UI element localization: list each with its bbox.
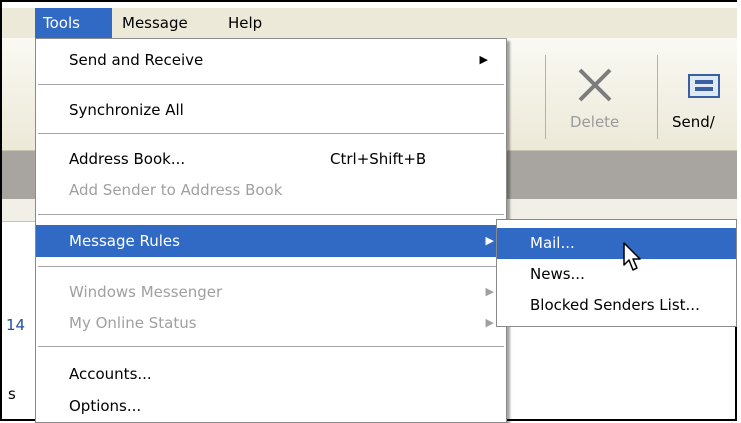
menu-bar <box>2 8 737 38</box>
menu-item-my-online-status: My Online Status ▶ <box>36 308 506 338</box>
submenu-arrow-icon: ▶ <box>485 316 494 329</box>
delete-icon <box>578 68 612 102</box>
menu-item-options[interactable]: Options... <box>36 391 506 421</box>
submenu-arrow-icon: ▶ <box>485 285 494 298</box>
menu-item-label: Message Rules <box>69 232 180 250</box>
menu-item-message-rules[interactable]: Message Rules ▶ <box>36 225 506 257</box>
menu-separator <box>38 214 504 215</box>
delete-label: Delete <box>570 113 620 131</box>
menu-item-synchronize-all[interactable]: Synchronize All <box>36 95 506 125</box>
menu-help[interactable]: Help <box>220 8 280 38</box>
send-receive-label: Send/ <box>672 113 715 131</box>
menu-item-send-and-receive[interactable]: Send and Receive ▶ <box>36 45 506 75</box>
toolbar-separator <box>657 55 658 139</box>
menu-separator <box>38 346 504 347</box>
shortcut-label: Ctrl+Shift+B <box>330 150 427 168</box>
submenu-item-mail[interactable]: Mail... <box>497 228 736 259</box>
toolbar-separator <box>545 55 546 139</box>
menu-tools[interactable]: Tools <box>35 8 112 38</box>
menu-item-label: Send and Receive <box>69 51 204 69</box>
mouse-cursor-icon <box>623 242 641 271</box>
menu-item-address-book[interactable]: Address Book... Ctrl+Shift+B <box>36 144 506 174</box>
send-receive-icon <box>688 74 720 98</box>
menu-item-accounts[interactable]: Accounts... <box>36 359 506 389</box>
tools-menu: Send and Receive ▶ Synchronize All Addre… <box>35 38 507 423</box>
submenu-item-news[interactable]: News... <box>497 259 736 290</box>
menu-message[interactable]: Message <box>114 8 216 38</box>
delete-button[interactable]: Delete <box>553 55 653 140</box>
menu-item-label: Windows Messenger <box>69 283 223 301</box>
menu-item-windows-messenger: Windows Messenger ▶ <box>36 277 506 307</box>
message-rules-submenu: Mail... News... Blocked Senders List... <box>496 219 737 327</box>
menu-item-add-sender: Add Sender to Address Book <box>69 181 283 199</box>
folder-pane-text: 14 <box>6 316 26 334</box>
folder-pane-text: s <box>8 385 16 403</box>
submenu-arrow-icon: ▶ <box>479 53 488 66</box>
menu-item-label: Address Book... <box>69 150 186 168</box>
menu-separator <box>38 266 504 267</box>
submenu-item-blocked-senders[interactable]: Blocked Senders List... <box>497 290 736 321</box>
menu-item-label: My Online Status <box>69 314 197 332</box>
submenu-arrow-icon: ▶ <box>485 234 494 247</box>
menu-separator <box>38 84 504 85</box>
menu-separator <box>38 133 504 134</box>
send-receive-toolbar-button[interactable]: Send/ <box>664 55 737 140</box>
